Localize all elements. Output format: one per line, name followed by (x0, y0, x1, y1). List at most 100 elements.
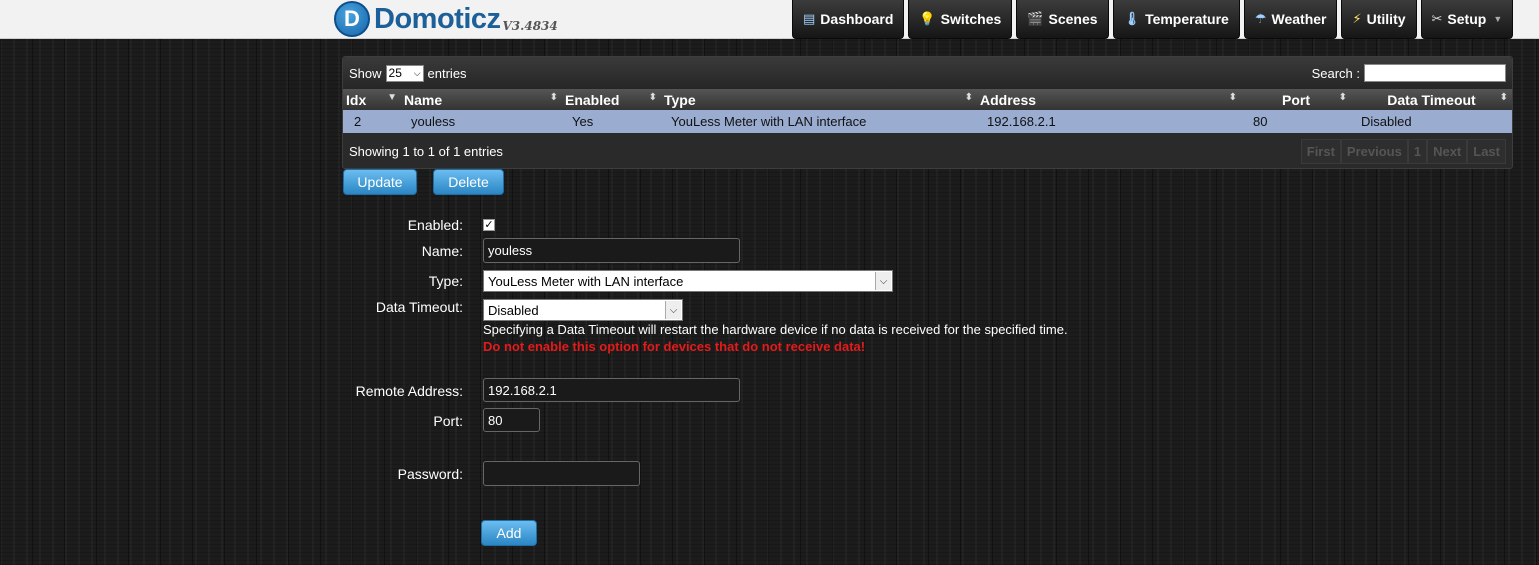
chevron-down-icon: ⌵ (665, 301, 681, 319)
data-timeout-select[interactable]: Disabled ⌵ (483, 299, 683, 321)
nav-scenes[interactable]: 🎬 Scenes (1016, 0, 1109, 39)
sort-both-icon: ⬍ (1499, 92, 1508, 103)
col-enabled[interactable]: Enabled ⬍ (562, 89, 661, 110)
lightning-icon: ⚡ (1352, 11, 1362, 26)
name-label: Name: (421, 243, 463, 259)
type-label: Type: (428, 273, 463, 289)
cell-address: 192.168.2.1 (987, 114, 1056, 129)
col-data-timeout[interactable]: Data Timeout ⬍ (1351, 89, 1512, 110)
dashboard-icon: ▤ (803, 11, 816, 26)
sort-both-icon: ⬍ (964, 92, 973, 103)
search-label: Search : (1311, 65, 1360, 81)
table-row[interactable]: 2 youless Yes YouLess Meter with LAN int… (343, 110, 1512, 133)
sort-both-icon: ⬍ (549, 92, 558, 103)
nav-label: Temperature (1145, 11, 1229, 27)
remote-address-input[interactable]: 192.168.2.1 (483, 378, 740, 402)
col-enabled-label: Enabled (565, 91, 620, 108)
page-last-button[interactable]: Last (1467, 138, 1506, 164)
password-label: Password: (397, 466, 463, 482)
nav-label: Setup (1447, 11, 1487, 27)
domoticz-logo[interactable]: D Domoticz V3.4834 (334, 1, 558, 37)
delete-button[interactable]: Delete (433, 169, 504, 195)
data-timeout-value: Disabled (488, 302, 539, 318)
col-address[interactable]: Address ⬍ (977, 89, 1241, 110)
page-first-button[interactable]: First (1300, 138, 1341, 164)
entries-label: entries (427, 65, 467, 81)
cloud-rain-icon: ☂ (1254, 11, 1267, 26)
show-label: Show (349, 65, 382, 81)
data-timeout-note: Specifying a Data Timeout will restart t… (483, 322, 1068, 337)
col-idx-label: Idx (346, 91, 367, 108)
cell-timeout: Disabled (1361, 114, 1412, 129)
password-input[interactable] (483, 461, 640, 486)
enabled-label: Enabled: (407, 217, 463, 233)
table-search: Search : (1312, 64, 1506, 82)
col-type[interactable]: Type ⬍ (661, 89, 977, 110)
nav-switches[interactable]: 💡 Switches (908, 0, 1013, 39)
nav-temperature[interactable]: 🌡 Temperature (1112, 0, 1240, 39)
col-address-label: Address (980, 91, 1037, 108)
col-name[interactable]: Name ⬍ (401, 89, 562, 110)
main-nav: ▤ Dashboard 💡 Switches 🎬 Scenes 🌡 Temperatur… (792, 0, 1517, 39)
col-port[interactable]: Port ⬍ (1241, 89, 1351, 110)
page-length-control: Show 25 ⌵ entries (349, 64, 467, 82)
thermometer-icon: 🌡 (1123, 11, 1141, 26)
col-idx[interactable]: Idx ▼ (343, 89, 401, 110)
type-select-value: YouLess Meter with LAN interface (488, 273, 684, 289)
nav-setup[interactable]: ✂ Setup ▼ (1420, 0, 1514, 39)
chevron-down-icon: ⌵ (413, 67, 421, 78)
cell-idx: 2 (354, 114, 362, 129)
nav-label: Dashboard (820, 11, 894, 27)
chevron-down-icon: ⌵ (875, 272, 891, 290)
nav-label: Switches (940, 11, 1002, 27)
cell-name: youless (411, 114, 456, 129)
add-button[interactable]: Add (481, 520, 537, 546)
tools-icon: ✂ (1431, 11, 1443, 26)
hardware-table-panel: Show 25 ⌵ entries Search : Idx ▼ Name ⬍ En… (342, 56, 1513, 169)
cell-type: YouLess Meter with LAN interface (671, 114, 867, 129)
top-bar: D Domoticz V3.4834 ▤ Dashboard 💡 Switches … (0, 0, 1539, 39)
name-input[interactable]: youless (483, 238, 740, 263)
caret-down-icon: ▼ (1493, 14, 1503, 24)
sort-both-icon: ⬍ (1338, 92, 1347, 103)
enabled-checkbox[interactable]: ✓ (483, 219, 495, 231)
clapperboard-icon: 🎬 (1027, 11, 1044, 26)
data-timeout-warning: Do not enable this option for devices th… (483, 339, 866, 354)
remote-address-label: Remote Address: (355, 383, 463, 399)
col-data-timeout-label: Data Timeout (1387, 91, 1476, 108)
update-button[interactable]: Update (343, 169, 417, 195)
sort-both-icon: ⬍ (648, 92, 657, 103)
nav-label: Scenes (1048, 11, 1098, 27)
col-port-label: Port (1282, 91, 1310, 108)
nav-weather[interactable]: ☂ Weather (1243, 0, 1338, 39)
type-select[interactable]: YouLess Meter with LAN interface ⌵ (483, 270, 893, 292)
sort-desc-icon: ▼ (387, 92, 397, 103)
version-label: V3.4834 (502, 19, 558, 33)
nav-utility[interactable]: ⚡ Utility (1341, 0, 1417, 39)
port-label: Port: (433, 413, 463, 429)
nav-label: Weather (1271, 11, 1327, 27)
table-info: Showing 1 to 1 of 1 entries (349, 143, 503, 159)
entries-select[interactable]: 25 ⌵ (385, 64, 424, 82)
cell-port: 80 (1253, 114, 1268, 129)
table-footer: Showing 1 to 1 of 1 entries First Previo… (343, 133, 1512, 169)
sort-both-icon: ⬍ (1228, 92, 1237, 103)
col-type-label: Type (664, 91, 696, 108)
table-header-row: Idx ▼ Name ⬍ Enabled ⬍ Type ⬍ Address ⬍ Port ⬍… (343, 89, 1512, 110)
lightbulb-icon: 💡 (919, 11, 936, 26)
hardware-table: Idx ▼ Name ⬍ Enabled ⬍ Type ⬍ Address ⬍ Port ⬍… (343, 89, 1512, 133)
pagination: First Previous 1 Next Last (1300, 138, 1506, 164)
nav-dashboard[interactable]: ▤ Dashboard (792, 0, 905, 39)
port-input[interactable]: 80 (483, 408, 540, 432)
cell-enabled: Yes (572, 114, 594, 129)
data-timeout-label: Data Timeout: (375, 299, 463, 315)
page-1-button[interactable]: 1 (1407, 138, 1428, 164)
table-toolbar: Show 25 ⌵ entries Search : (343, 57, 1512, 89)
search-input[interactable] (1364, 64, 1506, 82)
nav-label: Utility (1366, 11, 1406, 27)
logo-text: Domoticz (374, 2, 501, 35)
entries-value: 25 (388, 66, 402, 80)
page-next-button[interactable]: Next (1427, 138, 1468, 164)
page-previous-button[interactable]: Previous (1340, 138, 1408, 164)
domoticz-logo-icon: D (334, 1, 370, 37)
